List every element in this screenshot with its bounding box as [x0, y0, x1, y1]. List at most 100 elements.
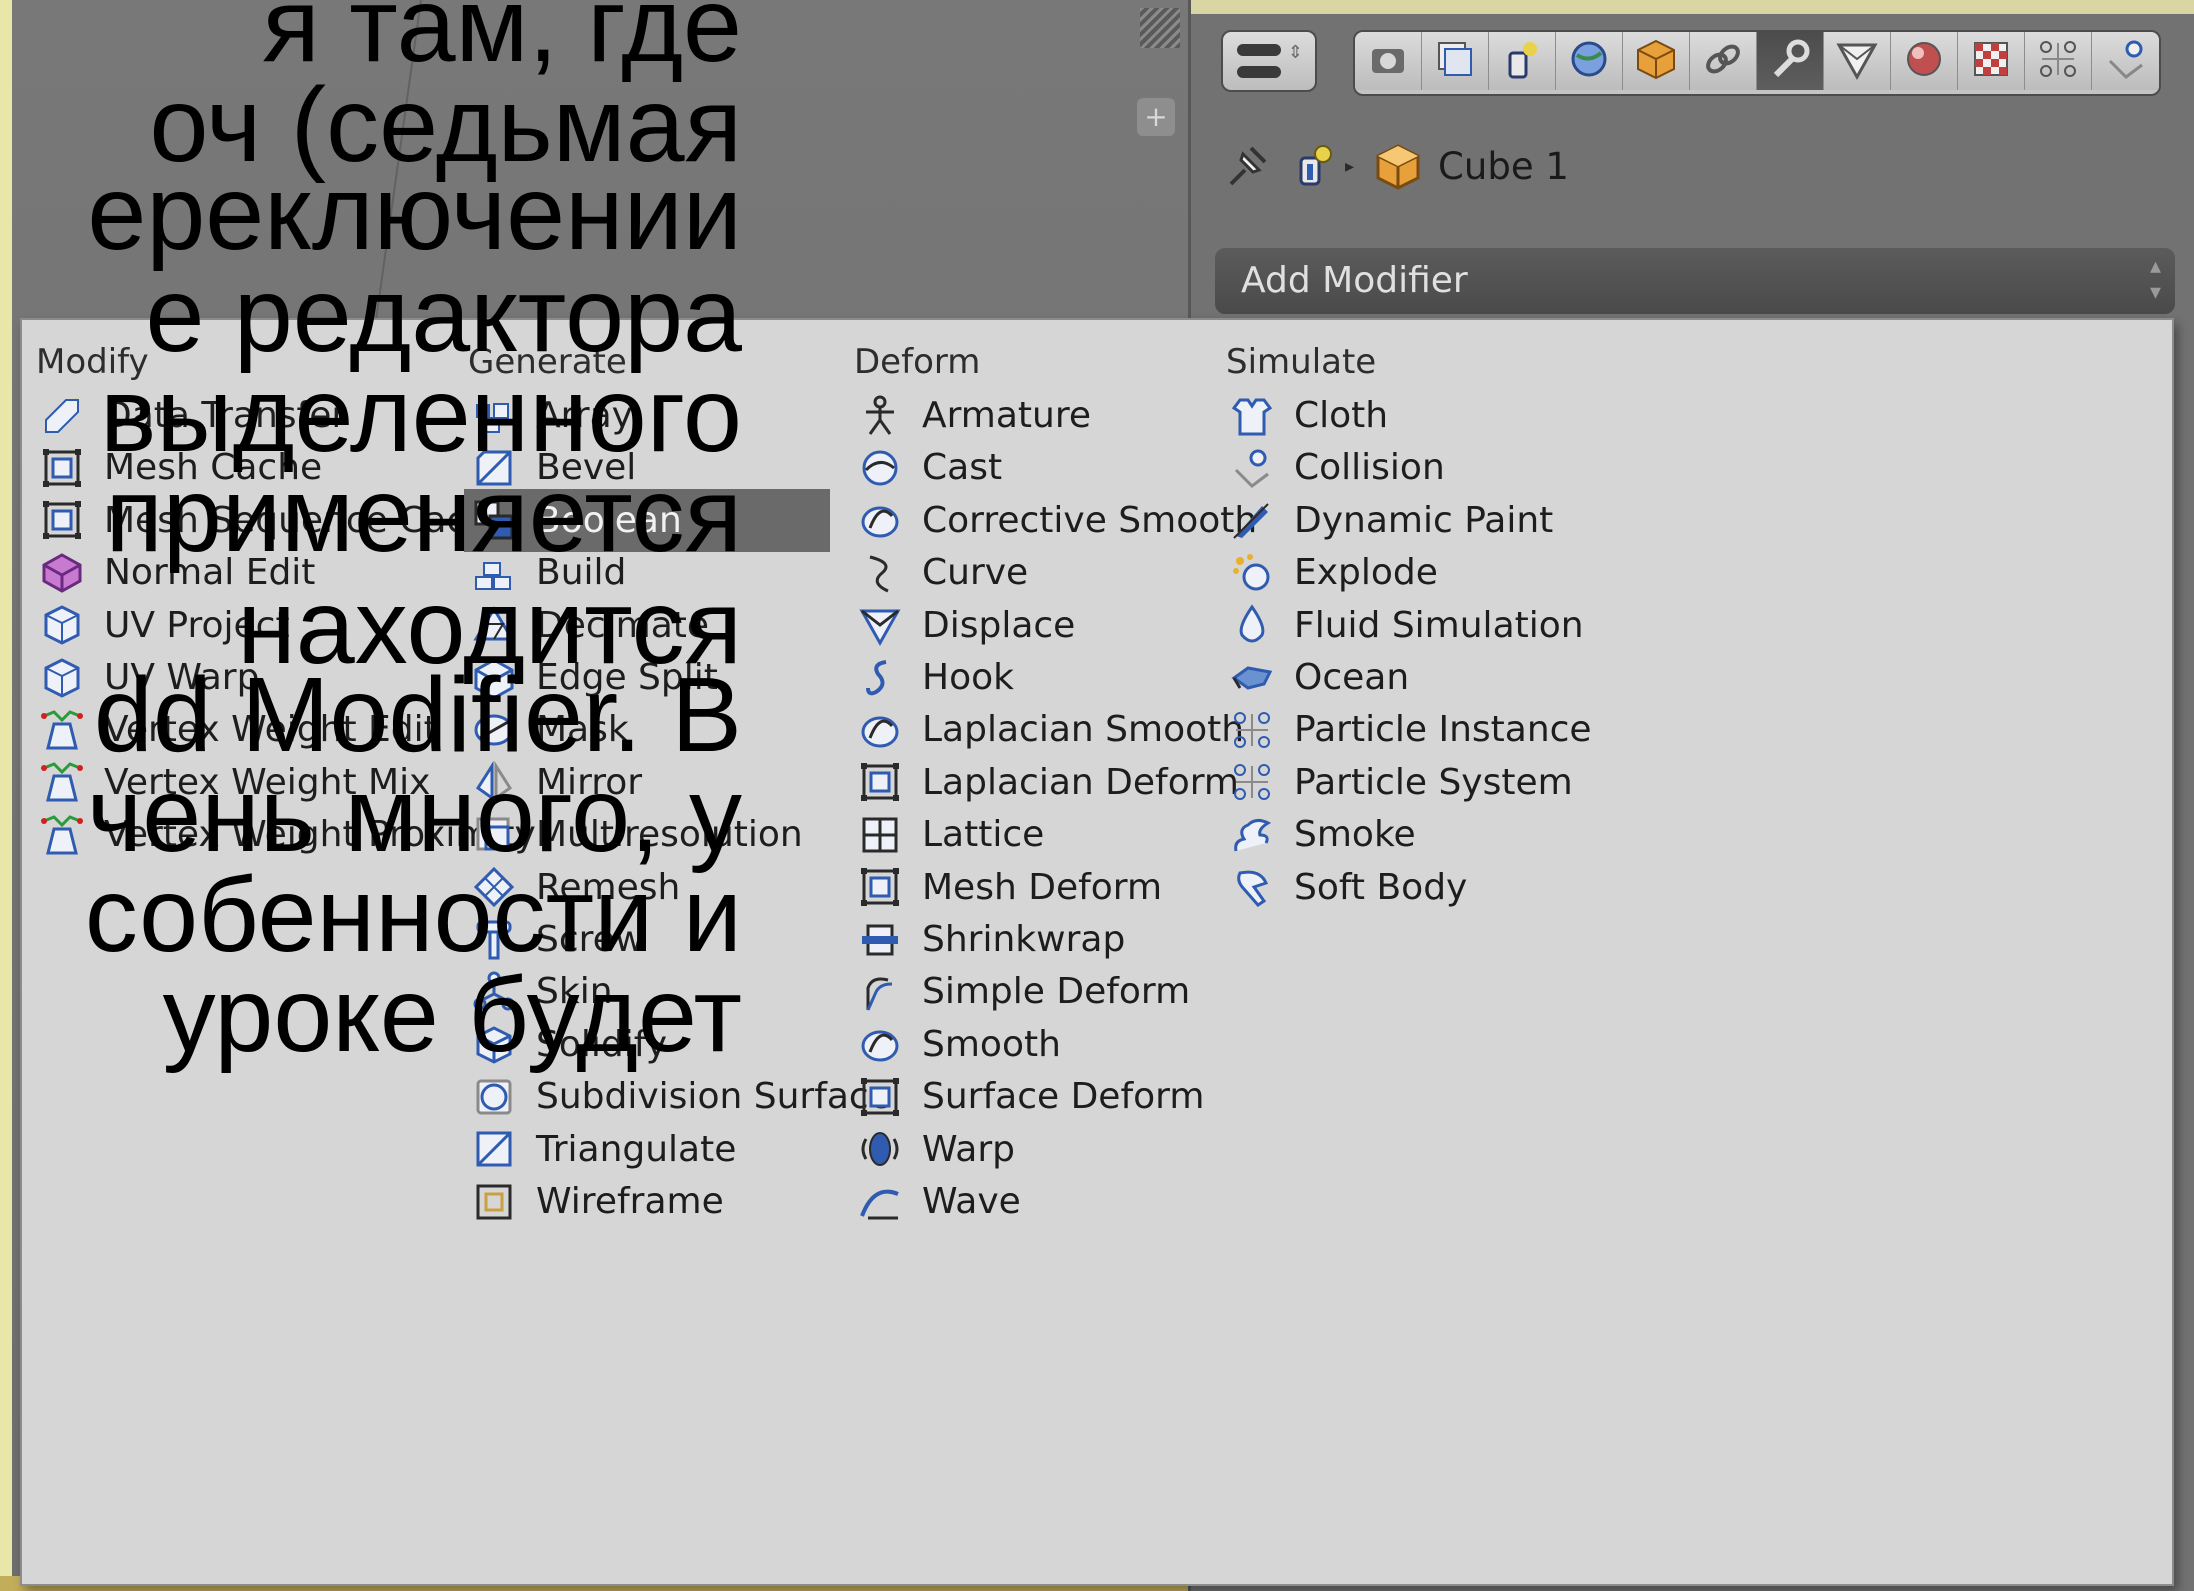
- vertex-weight-icon: [40, 760, 84, 804]
- edge-split-icon: [472, 656, 516, 700]
- menu-item-label: Simple Deform: [922, 971, 1191, 1013]
- menu-item-wireframe[interactable]: Wireframe: [464, 1170, 830, 1233]
- tab-texture[interactable]: [1958, 32, 2025, 90]
- solidify-icon: [472, 1022, 516, 1066]
- menu-item-label: Surface Deform: [922, 1076, 1205, 1118]
- wireframe-icon: [472, 1180, 516, 1224]
- particles-icon: [2036, 37, 2080, 85]
- texture-icon: [1969, 37, 2013, 85]
- tab-physics[interactable]: [2092, 32, 2159, 90]
- menu-item-label: Skin: [536, 971, 613, 1013]
- area-split-handle[interactable]: [1140, 8, 1180, 48]
- smooth-icon: [858, 498, 902, 542]
- menu-item-label: Remesh: [536, 866, 681, 908]
- cloth-icon: [1230, 394, 1274, 438]
- menu-item-label: Displace: [922, 604, 1076, 646]
- tab-data[interactable]: [1824, 32, 1891, 90]
- world-icon: [1567, 37, 1611, 85]
- modifiers-wrench-icon: [1768, 37, 1812, 85]
- multiresolution-icon: [472, 813, 516, 857]
- pin-icon[interactable]: [1221, 140, 1273, 192]
- menu-item-label: Particle System: [1294, 761, 1573, 803]
- menu-item-label: Armature: [922, 395, 1092, 436]
- screw-icon: [472, 918, 516, 962]
- lattice-icon: [858, 813, 902, 857]
- tab-object[interactable]: [1623, 32, 1690, 90]
- add-modifier-menu: Modify Data Transfer Mesh Cache Mesh Sequen…: [20, 318, 2174, 1586]
- editor-type-icon-bar: [1237, 66, 1281, 78]
- tab-scene[interactable]: [1489, 32, 1556, 90]
- render-layers-icon: [1433, 37, 1477, 85]
- remesh-icon: [472, 865, 516, 909]
- normal-edit-icon: [40, 551, 84, 595]
- tab-material[interactable]: [1891, 32, 1958, 90]
- armature-icon: [858, 394, 902, 438]
- menu-item-vertex-weight-proximity[interactable]: Vertex Weight Proximity: [32, 803, 536, 866]
- tab-render-layers[interactable]: [1422, 32, 1489, 90]
- tab-render[interactable]: [1355, 32, 1422, 90]
- add-modifier-dropdown[interactable]: Add Modifier ▴ ▾: [1215, 248, 2175, 314]
- slide-border-left: [0, 0, 12, 1591]
- menu-item-label: Mesh Cache: [104, 447, 323, 489]
- tab-modifiers-wrench[interactable]: [1757, 32, 1824, 90]
- menu-item-label: Boolean: [536, 499, 682, 541]
- menu-item-label: Triangulate: [536, 1128, 737, 1170]
- toolshelf-expand-button[interactable]: +: [1137, 98, 1175, 136]
- menu-item-label: Cast: [922, 447, 1003, 489]
- build-icon: [472, 551, 516, 595]
- skin-icon: [472, 970, 516, 1014]
- curve-icon: [858, 551, 902, 595]
- menu-item-label: Collision: [1294, 447, 1445, 489]
- menu-item-label: Mask: [536, 709, 629, 751]
- menu-item-label: UV Warp: [104, 657, 260, 698]
- menu-item-label: Wireframe: [536, 1181, 724, 1222]
- menu-item-label: Array: [536, 395, 633, 436]
- tab-particles[interactable]: [2025, 32, 2092, 90]
- menu-item-label: Build: [536, 552, 627, 594]
- menu-item-label: Curve: [922, 552, 1029, 594]
- lattice-frame-icon: [858, 865, 902, 909]
- updown-icon: ▴ ▾: [2149, 254, 2161, 305]
- cast-icon: [858, 446, 902, 490]
- menu-item-wave[interactable]: Wave: [850, 1170, 1204, 1233]
- menu-item-soft-body[interactable]: Soft Body: [1222, 856, 1642, 919]
- menu-item-label: Explode: [1294, 552, 1438, 594]
- smooth-icon: [858, 708, 902, 752]
- physics-icon: [2104, 37, 2148, 85]
- constraints-icon: [1701, 37, 1745, 85]
- menu-item-label: Ocean: [1294, 657, 1410, 698]
- scene-icon: [1500, 37, 1544, 85]
- breadcrumb: ▸ Cube 1: [1221, 138, 1569, 194]
- smoke-icon: [1230, 813, 1274, 857]
- breadcrumb-arrow-icon: ▸: [1345, 155, 1355, 177]
- menu-item-label: Warp: [922, 1128, 1016, 1170]
- smooth-icon: [858, 1022, 902, 1066]
- collision-icon: [1230, 446, 1274, 490]
- tab-constraints[interactable]: [1690, 32, 1757, 90]
- menu-item-label: Vertex Weight Mix: [104, 761, 431, 803]
- menu-item-label: Subdivision Surface: [536, 1076, 891, 1118]
- data-icon: [1835, 37, 1879, 85]
- menu-column-title: Modify: [36, 342, 149, 382]
- uv-warp-icon: [40, 656, 84, 700]
- menu-item-label: Edge Split: [536, 657, 718, 698]
- editor-type-selector[interactable]: ⇕: [1221, 30, 1317, 92]
- boolean-icon: [472, 498, 516, 542]
- mirror-icon: [472, 760, 516, 804]
- menu-item-label: Laplacian Smooth: [922, 709, 1245, 751]
- menu-item-label: Decimate: [536, 604, 710, 646]
- properties-context-tabs: [1353, 30, 2161, 96]
- menu-item-label: Mirror: [536, 761, 643, 803]
- menu-item-label: Multiresolution: [536, 814, 803, 856]
- object-icon: [1634, 37, 1678, 85]
- object-icon: [1376, 144, 1420, 190]
- uv-project-icon: [40, 603, 84, 647]
- vertex-weight-icon: [40, 708, 84, 752]
- menu-item-label: Cloth: [1294, 395, 1389, 436]
- add-modifier-label: Add Modifier: [1241, 260, 1468, 301]
- menu-item-label: Shrinkwrap: [922, 919, 1126, 960]
- vertex-weight-icon: [40, 813, 84, 857]
- menu-item-label: Data Transfer: [104, 395, 347, 436]
- menu-item-label: Laplacian Deform: [922, 761, 1239, 803]
- tab-world[interactable]: [1556, 32, 1623, 90]
